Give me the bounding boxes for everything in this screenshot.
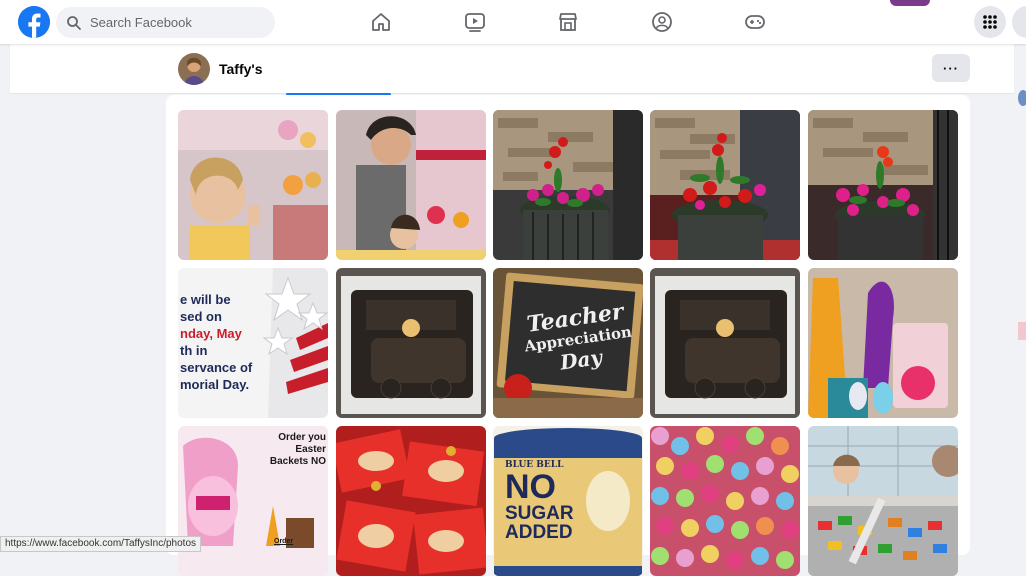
photo-tile[interactable]: Teacher Appreciation Day [493,268,643,418]
search-input[interactable] [88,14,272,31]
account-avatar[interactable] [1012,6,1026,38]
facebook-logo-icon[interactable] [18,6,50,38]
overlay-text: servance of [180,360,253,375]
overlay-text: th in [180,343,208,358]
photo-tile[interactable] [336,110,486,260]
overlay-text: Order [274,538,294,545]
grid-menu-icon [983,15,997,29]
photo-tile[interactable] [650,110,800,260]
more-options-button[interactable]: ··· [932,54,970,82]
photo-tile[interactable]: Order you Easter Backets NO Order [178,426,328,576]
photo-tile[interactable] [650,268,800,418]
overlay-text: Easter [295,444,326,455]
decorative-shape [890,0,930,6]
decorative-dot [1018,90,1026,106]
photo-tile[interactable]: e will be sed on nday, May th in servanc… [178,268,328,418]
overlay-text: Backets NO [269,456,326,467]
search-box[interactable] [56,7,275,38]
overlay-text: sed on [180,309,222,324]
overlay-text: e will be [180,292,231,307]
overlay-text: nday, May [180,326,242,341]
photo-tile[interactable] [178,110,328,260]
overlay-text: NO [505,468,556,506]
photos-grid-panel: e will be sed on nday, May th in servanc… [166,95,970,576]
marketplace-icon[interactable] [557,11,579,33]
watch-icon[interactable] [464,11,486,33]
home-icon[interactable] [370,11,392,33]
photo-tile[interactable] [650,426,800,576]
overlay-text: ADDED [505,522,573,543]
page-avatar[interactable] [178,53,210,85]
photo-tile[interactable]: BLUE BELL NO SUGAR ADDED [493,426,643,576]
decorative-shape [1018,322,1026,340]
overlay-text: Order you [278,432,326,443]
photo-tile[interactable] [336,268,486,418]
page-name[interactable]: Taffy's [219,61,263,77]
overlay-text: morial Day. [180,377,250,392]
gaming-icon[interactable] [744,11,766,33]
photo-tile[interactable] [808,268,958,418]
search-icon [67,15,81,30]
photo-tile[interactable] [336,426,486,576]
photo-tile[interactable] [808,110,958,260]
menu-grid-button[interactable] [974,6,1006,38]
groups-icon[interactable] [651,11,673,33]
top-navigation-bar [0,0,1026,44]
photo-tile[interactable] [493,110,643,260]
overlay-text: SUGAR [505,503,574,524]
page-header-strip: Taffy's ··· [10,44,1014,93]
photo-tile[interactable] [808,426,958,576]
